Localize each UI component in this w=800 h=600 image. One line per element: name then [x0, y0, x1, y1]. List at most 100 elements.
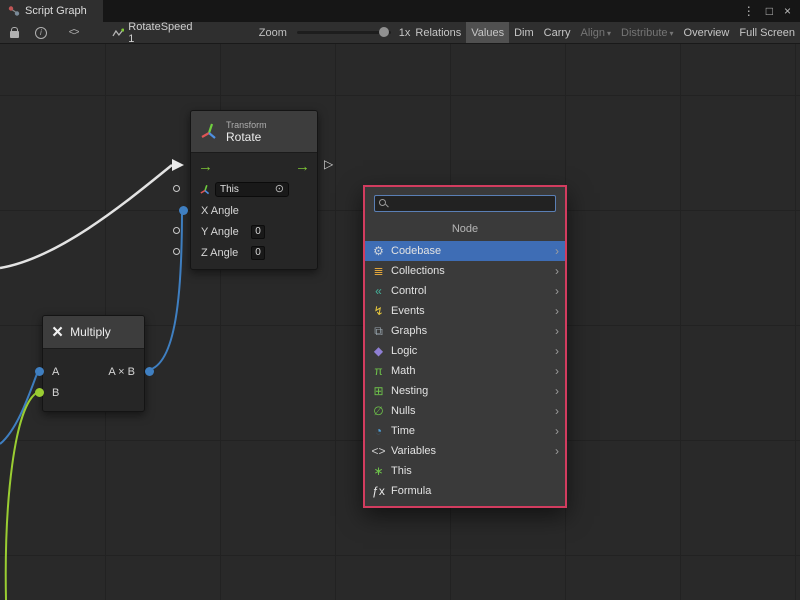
- finder-item-label: Events: [391, 305, 550, 317]
- overview-button[interactable]: Overview: [679, 22, 735, 44]
- multiply-node[interactable]: × Multiply A A × B B: [42, 315, 145, 412]
- flow-in-arrow-icon[interactable]: →: [198, 159, 213, 174]
- y-angle-field[interactable]: 0: [251, 225, 265, 239]
- close-icon[interactable]: ×: [784, 4, 791, 18]
- maximize-icon[interactable]: □: [766, 4, 773, 18]
- z-angle-input-port[interactable]: [173, 248, 180, 255]
- this-icon: ∗: [371, 465, 386, 477]
- finder-item-formula[interactable]: ƒxFormula: [365, 481, 565, 501]
- b-input-port[interactable]: [35, 388, 44, 397]
- distribute-button[interactable]: Distribute▾: [616, 22, 678, 44]
- logic-icon: ◆: [371, 345, 386, 357]
- carry-button[interactable]: Carry: [539, 22, 576, 44]
- clock-icon: ◔: [371, 425, 386, 437]
- finder-item-this[interactable]: ∗ This: [365, 461, 565, 481]
- toolbar-buttons: Relations Values Dim Carry Align▾ Distri…: [410, 22, 800, 44]
- zoom-slider-knob[interactable]: [379, 27, 389, 37]
- object-picker-icon[interactable]: ⊙: [275, 184, 284, 195]
- chevron-right-icon: ›: [555, 384, 559, 398]
- b-row: B: [43, 382, 144, 403]
- this-object-field[interactable]: This ⊙: [215, 182, 289, 197]
- x-angle-input-port[interactable]: [179, 206, 188, 215]
- z-angle-row: Z Angle 0: [191, 242, 317, 263]
- fullscreen-button[interactable]: Full Screen: [734, 22, 800, 44]
- dropdown-caret-icon: ▾: [607, 29, 611, 38]
- finder-item-label: Nulls: [391, 405, 550, 417]
- lock-icon[interactable]: [10, 31, 19, 38]
- formula-icon: ƒx: [371, 485, 386, 497]
- align-button[interactable]: Align▾: [576, 22, 616, 44]
- product-output-port[interactable]: [145, 367, 154, 376]
- flow-out-arrow-icon[interactable]: →: [295, 159, 310, 174]
- finder-item-codebase[interactable]: ⚙Codebase›: [365, 241, 565, 261]
- control-flow-row: → →: [191, 153, 317, 179]
- finder-item-variables[interactable]: <>Variables›: [365, 441, 565, 461]
- graph-breadcrumb[interactable]: RotateSpeed 1: [112, 22, 200, 44]
- this-input-port[interactable]: [173, 185, 180, 192]
- finder-item-time[interactable]: ◔Time›: [365, 421, 565, 441]
- y-angle-row: Y Angle 0: [191, 221, 317, 242]
- finder-item-nulls[interactable]: ∅Nulls›: [365, 401, 565, 421]
- finder-item-label: Math: [391, 365, 550, 377]
- graph-canvas[interactable]: Transform Rotate → → This ⊙: [0, 44, 800, 600]
- multiply-icon: ×: [52, 323, 63, 342]
- null-icon: ∅: [371, 405, 386, 417]
- x-angle-row: X Angle: [191, 200, 317, 221]
- tab-script-graph[interactable]: Script Graph: [0, 0, 103, 22]
- y-angle-label: Y Angle: [201, 226, 245, 238]
- z-angle-field[interactable]: 0: [251, 246, 265, 260]
- control-flow-icon: «: [371, 285, 386, 297]
- info-icon[interactable]: i: [35, 27, 47, 39]
- graph-folder-icon: ⧉: [371, 325, 386, 337]
- values-button[interactable]: Values: [466, 22, 509, 44]
- graph-asset-icon: [112, 27, 124, 39]
- finder-item-nesting[interactable]: ⊞ Nesting ›: [365, 381, 565, 401]
- nesting-icon: ⊞: [371, 385, 386, 397]
- flow-output-port[interactable]: ▷: [324, 158, 333, 170]
- finder-item-label: Collections: [391, 265, 550, 277]
- this-port-row: This ⊙: [191, 179, 317, 200]
- multiply-node-body: A A × B B: [43, 349, 144, 411]
- finder-item-label: Graphs: [391, 325, 550, 337]
- finder-list: ⚙Codebase›≣Collections›«Control›↯Events›…: [365, 241, 565, 501]
- zoom-slider[interactable]: [297, 31, 391, 34]
- kebab-menu-icon[interactable]: ⋮: [743, 4, 755, 18]
- rotate-node-header[interactable]: Transform Rotate: [191, 111, 317, 153]
- node-title: Rotate: [226, 130, 267, 144]
- code-icon[interactable]: <>: [69, 27, 79, 38]
- chevron-right-icon: ›: [555, 284, 559, 298]
- tab-bar: Script Graph ⋮ □ ×: [0, 0, 800, 22]
- dim-button[interactable]: Dim: [509, 22, 539, 44]
- z-angle-label: Z Angle: [201, 247, 245, 259]
- finder-item-label: Nesting: [391, 385, 550, 397]
- gear-icon: ⚙: [371, 245, 386, 257]
- chevron-right-icon: ›: [555, 324, 559, 338]
- finder-item-graphs[interactable]: ⧉ Graphs ›: [365, 321, 565, 341]
- zoom-label: Zoom: [259, 27, 287, 39]
- window-controls: ⋮ □ ×: [743, 0, 800, 22]
- y-angle-input-port[interactable]: [173, 227, 180, 234]
- chevron-right-icon: ›: [555, 244, 559, 258]
- finder-item-math[interactable]: πMath›: [365, 361, 565, 381]
- multiply-node-header[interactable]: × Multiply: [43, 316, 144, 349]
- a-row: A A × B: [43, 361, 144, 382]
- tab-title: Script Graph: [25, 5, 87, 17]
- finder-search-field[interactable]: [374, 195, 556, 212]
- dropdown-caret-icon: ▾: [670, 29, 674, 38]
- finder-item-collections[interactable]: ≣Collections›: [365, 261, 565, 281]
- finder-item-label: Variables: [391, 445, 550, 457]
- a-input-port[interactable]: [35, 367, 44, 376]
- rotate-node[interactable]: Transform Rotate → → This ⊙: [190, 110, 318, 270]
- relations-button[interactable]: Relations: [410, 22, 466, 44]
- chevron-right-icon: ›: [555, 344, 559, 358]
- finder-item-control[interactable]: «Control›: [365, 281, 565, 301]
- finder-item-label: This: [391, 465, 559, 477]
- script-graph-icon: [8, 5, 20, 17]
- finder-item-events[interactable]: ↯Events›: [365, 301, 565, 321]
- finder-header: Node: [365, 216, 565, 241]
- b-label: B: [52, 387, 59, 399]
- finder-item-logic[interactable]: ◆Logic›: [365, 341, 565, 361]
- graph-toolbar: i <> RotateSpeed 1 Zoom 1x Relations Val…: [0, 22, 800, 44]
- fuzzy-finder: Node ⚙Codebase›≣Collections›«Control›↯Ev…: [363, 185, 567, 508]
- finder-search-input[interactable]: [393, 197, 551, 211]
